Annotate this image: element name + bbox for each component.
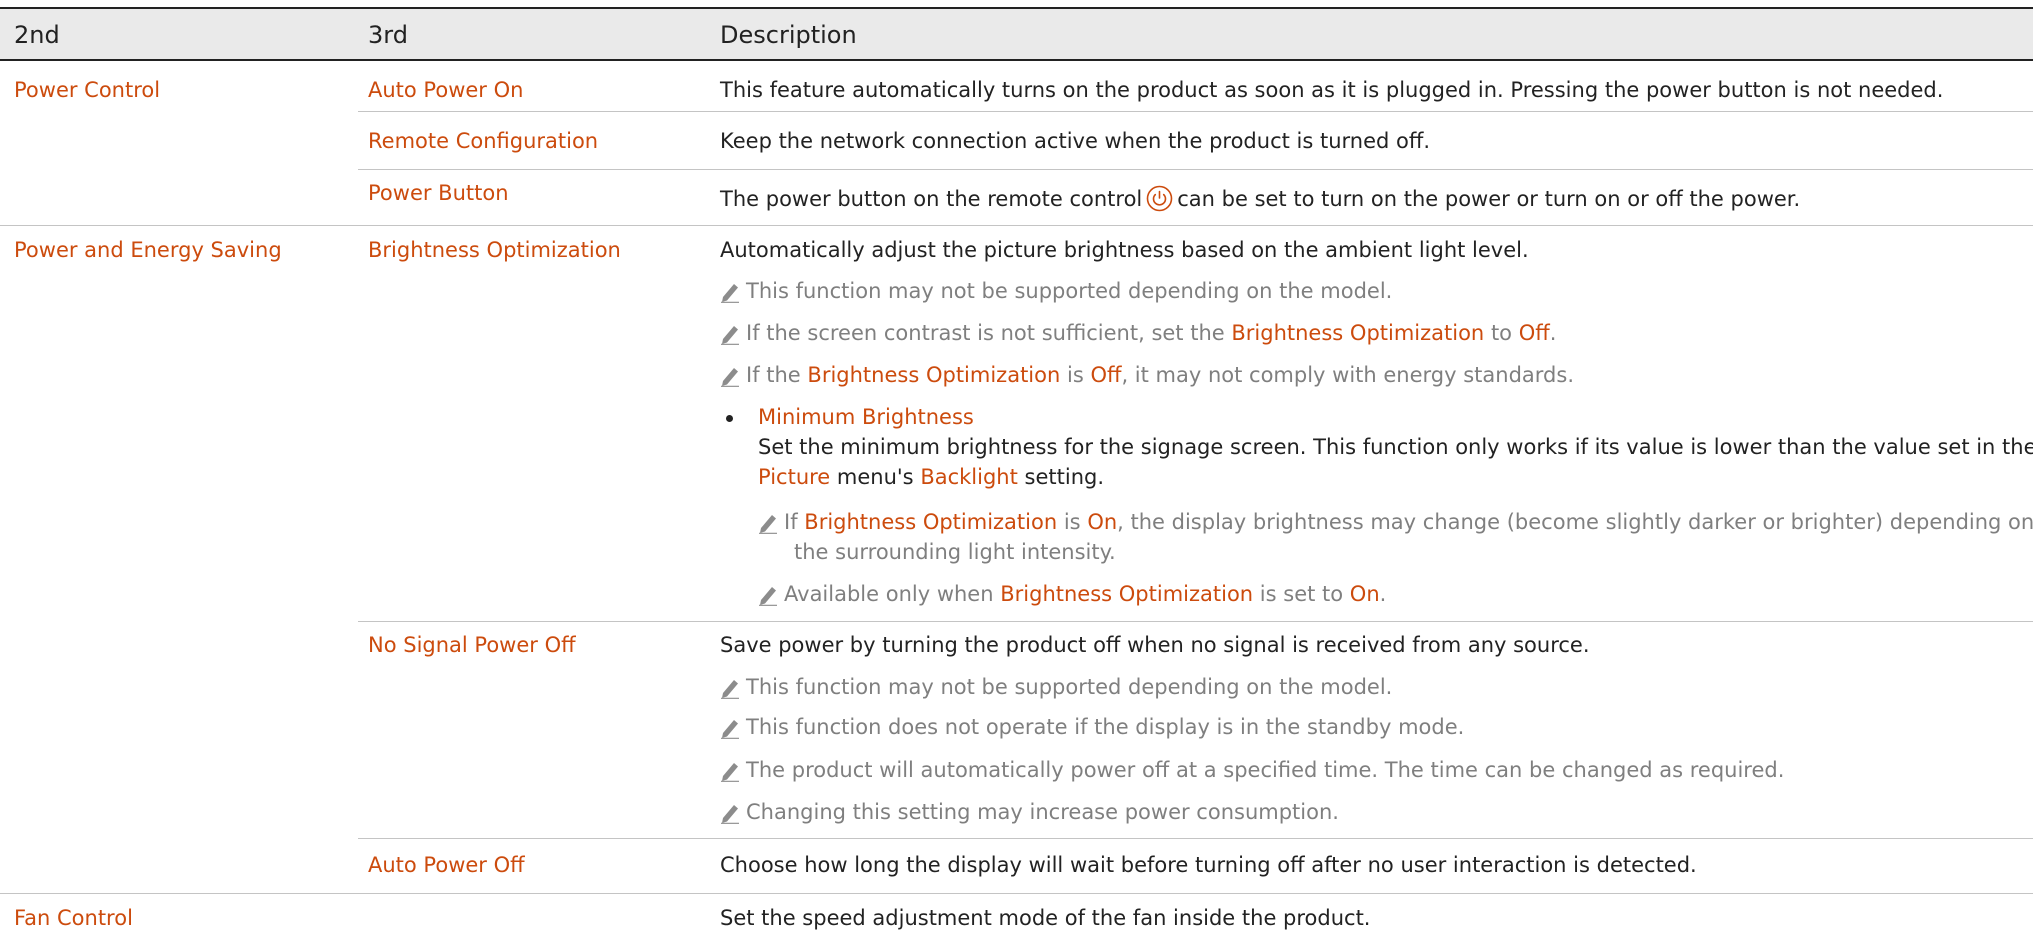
pencil-icon [720,281,746,303]
header-description: Description [720,21,857,49]
pencil-icon [720,365,746,387]
row-divider [358,111,2033,112]
row-divider [358,169,2033,170]
section-divider [0,893,2033,894]
note: If the Brightness Optimization is Off, i… [720,361,1574,389]
desc-fan-control: Set the speed adjustment mode of the fan… [720,906,1371,930]
note-continuation: the surrounding light intensity. [794,540,1116,564]
pencil-icon [720,323,746,345]
desc-power-button: The power button on the remote control ca… [720,185,1801,212]
row-divider [358,838,2033,839]
row-auto-power-on: Auto Power On [368,78,524,102]
minimum-brightness-title: Minimum Brightness [758,405,974,429]
section-divider [0,225,2033,226]
desc-brightness-optimization: Automatically adjust the picture brightn… [720,238,1529,262]
desc-remote-configuration: Keep the network connection active when … [720,129,1431,153]
table-header-border [0,59,2033,61]
desc-no-signal-power-off: Save power by turning the product off wh… [720,633,1590,657]
pencil-icon [758,512,784,534]
note: This function does not operate if the di… [720,713,1464,741]
desc-auto-power-on: This feature automatically turns on the … [720,78,1944,102]
desc-auto-power-off: Choose how long the display will wait be… [720,853,1697,877]
section-fan-control: Fan Control [14,906,133,930]
section-power-control: Power Control [14,78,161,102]
minimum-brightness-desc-line1: Set the minimum brightness for the signa… [758,435,2033,459]
pencil-icon [720,760,746,782]
row-brightness-optimization: Brightness Optimization [368,238,621,262]
power-icon [1146,185,1173,212]
pencil-icon [720,677,746,699]
row-auto-power-off: Auto Power Off [368,853,525,877]
note: This function may not be supported depen… [720,673,1392,701]
note: Available only when Brightness Optimizat… [758,580,1386,608]
section-power-energy-saving: Power and Energy Saving [14,238,282,262]
note: This function may not be supported depen… [720,277,1392,305]
row-remote-configuration: Remote Configuration [368,129,599,153]
note: If the screen contrast is not sufficient… [720,319,1556,347]
pencil-icon [720,717,746,739]
row-power-button: Power Button [368,181,509,205]
header-3rd: 3rd [368,21,408,49]
table-header [0,8,2033,60]
pencil-icon [758,584,784,606]
header-2nd: 2nd [14,21,60,49]
minimum-brightness-desc-line2: Picture menu's Backlight setting. [758,465,1105,489]
row-divider [358,621,2033,622]
row-no-signal-power-off: No Signal Power Off [368,633,576,657]
pencil-icon [720,802,746,824]
note: Changing this setting may increase power… [720,798,1339,826]
note: The product will automatically power off… [720,756,1784,784]
bullet [726,415,733,422]
table-top-border [0,7,2033,9]
note: If Brightness Optimization is On, the di… [758,508,2033,536]
